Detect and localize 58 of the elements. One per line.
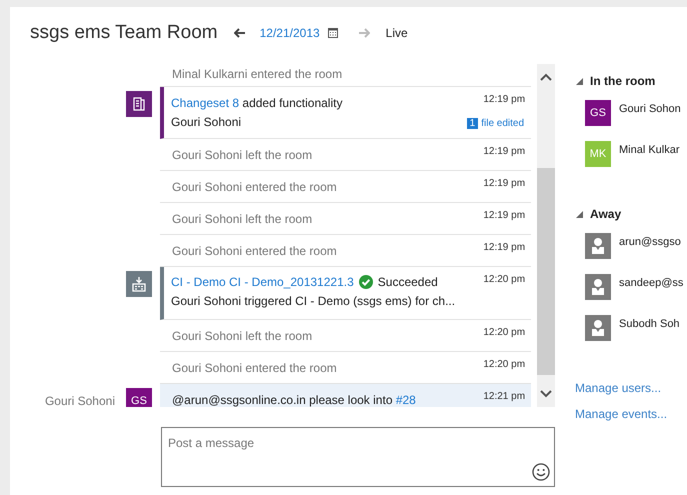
user-avatar: GS <box>585 100 611 126</box>
success-check-icon <box>358 275 373 289</box>
timestamp: 12:20 pm <box>483 327 526 338</box>
user-avatar: GS <box>126 388 152 407</box>
user-avatar: MK <box>585 141 611 167</box>
scroll-up-icon[interactable] <box>540 73 552 81</box>
changeset-text: Changeset 8 added functionality <box>171 96 342 110</box>
manage-link[interactable]: Manage users... <box>575 381 662 395</box>
smiley-icon[interactable] <box>532 463 550 481</box>
build-link[interactable]: CI - Demo CI - Demo_20131221.3 <box>171 275 354 289</box>
person-silhouette-icon <box>585 274 611 300</box>
member-name[interactable]: sandeep@ss <box>619 277 684 289</box>
member-name[interactable]: Gouri Sohon <box>619 103 681 115</box>
build-status: Succeeded <box>378 275 438 289</box>
timestamp: 12:19 pm <box>483 178 526 189</box>
timestamp: 12:21 pm <box>483 391 526 402</box>
group-title: Away <box>590 207 622 221</box>
work-item-link[interactable]: #28 <box>396 393 416 407</box>
event-text: Gouri Sohoni entered the room <box>172 180 337 194</box>
scroll-down-icon[interactable] <box>540 390 552 398</box>
event-text: Gouri Sohoni entered the room <box>172 361 337 375</box>
live-link[interactable]: Live <box>386 26 408 40</box>
scrollbar-thumb[interactable] <box>537 168 555 375</box>
back-arrow-icon[interactable] <box>234 28 246 38</box>
timestamp: 12:19 pm <box>483 94 526 105</box>
message-field[interactable]: Post a message <box>161 427 555 487</box>
build-summary: Gouri Sohoni triggered CI - Demo (ssgs ems) for ch... <box>171 294 456 308</box>
event-text: Minal Kulkarni entered the room <box>172 67 342 81</box>
expand-triangle-icon[interactable] <box>576 210 583 218</box>
count-badge: 1 <box>466 118 478 128</box>
files-link[interactable]: file edited <box>481 118 524 128</box>
manage-link[interactable]: Manage events... <box>575 407 668 421</box>
group-title: In the room <box>590 74 656 88</box>
room-title: ssgs ems Team Room <box>30 22 218 44</box>
timestamp: 12:20 pm <box>483 274 526 285</box>
changeset-link[interactable]: Changeset 8 <box>171 96 240 110</box>
author-name: Gouri Sohoni <box>44 394 115 407</box>
document-icon <box>126 91 152 117</box>
timestamp: 12:19 pm <box>483 242 526 253</box>
expand-triangle-icon[interactable] <box>576 78 583 84</box>
person-silhouette-icon <box>585 315 611 341</box>
message-text: @arun@ssgsonline.co.in please look into #28 <box>172 393 416 407</box>
date-link[interactable]: 12/21/2013 <box>260 26 320 40</box>
event-text: Gouri Sohoni left the room <box>172 212 312 226</box>
calendar-icon[interactable] <box>328 28 338 38</box>
member-name[interactable]: arun@ssgso <box>619 236 681 248</box>
member-name[interactable]: Subodh Soh <box>619 318 680 330</box>
member-name[interactable]: Minal Kulkar <box>619 144 680 156</box>
author-name: Gouri Sohoni <box>171 115 242 129</box>
build-icon <box>126 271 152 297</box>
scrollbar[interactable] <box>537 64 555 407</box>
timestamp: 12:19 pm <box>483 146 526 157</box>
person-silhouette-icon <box>585 233 611 259</box>
event-text: Gouri Sohoni left the room <box>172 329 312 343</box>
event-text: Gouri Sohoni left the room <box>172 148 312 162</box>
timestamp: 12:19 pm <box>483 210 526 221</box>
timestamp: 12:20 pm <box>483 359 526 370</box>
event-text: Gouri Sohoni entered the room <box>172 244 337 258</box>
